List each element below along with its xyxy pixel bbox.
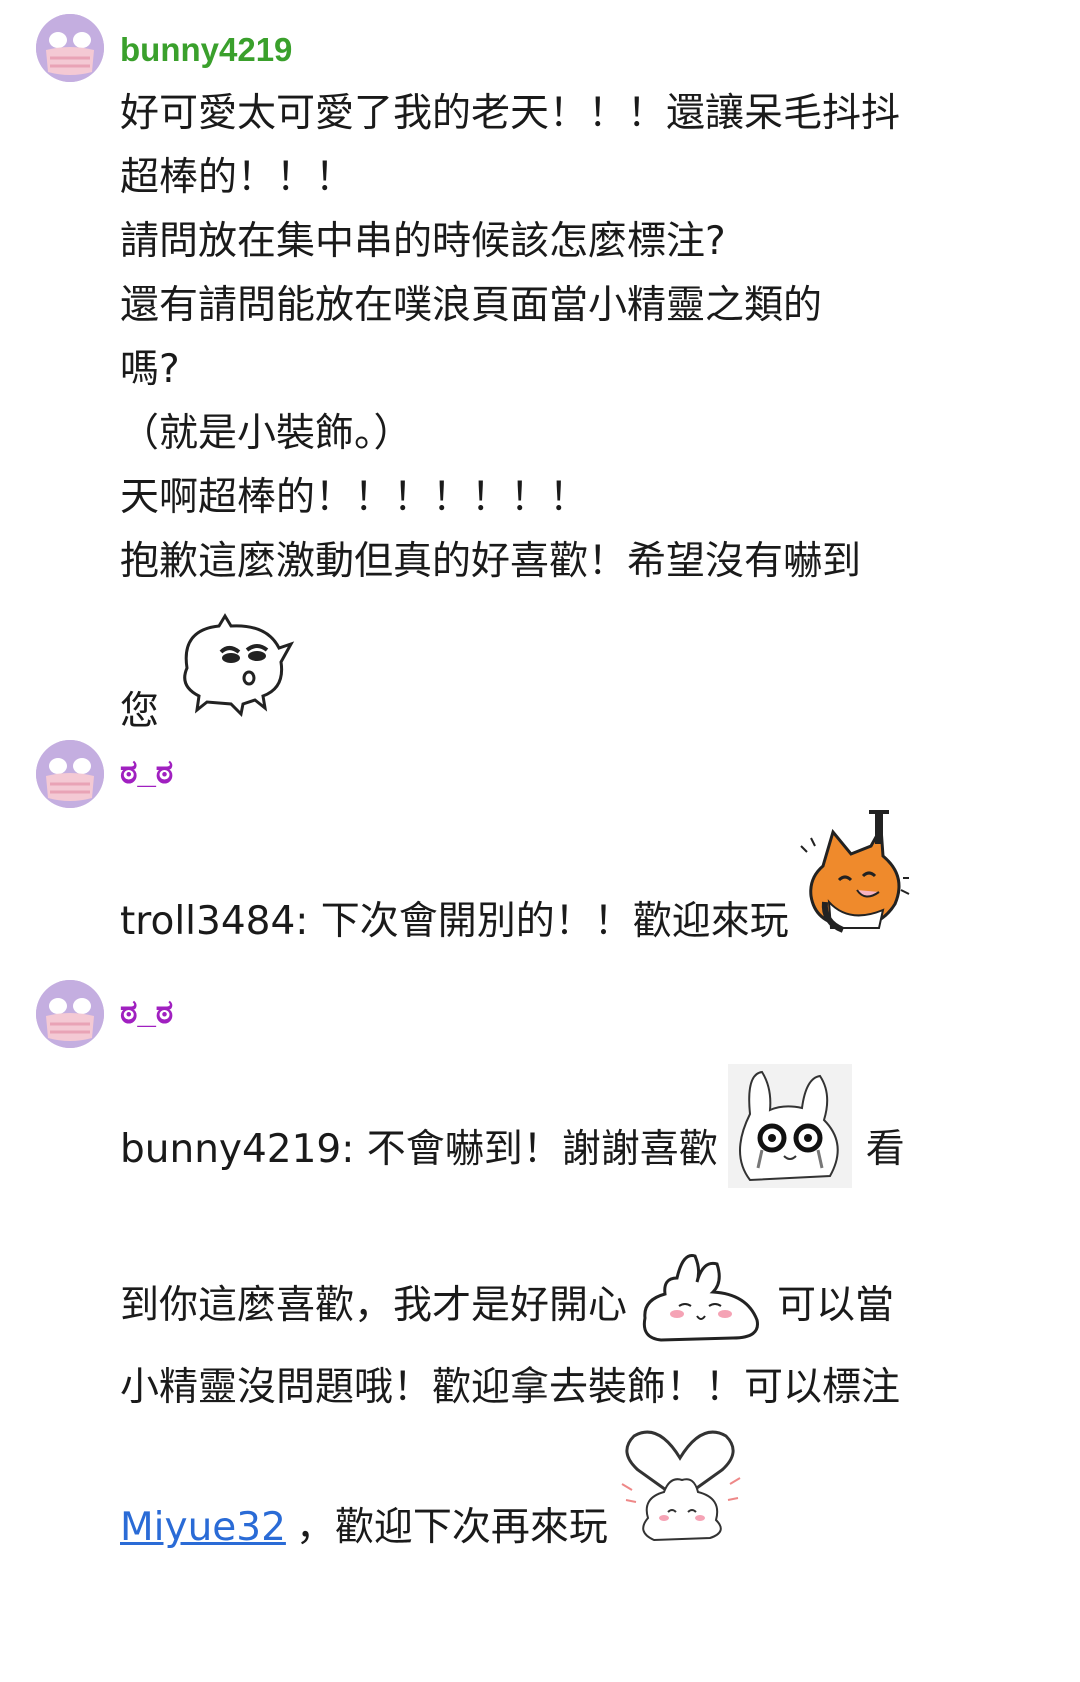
username[interactable]: ಠ_ಠ — [120, 752, 173, 792]
comment-line: 小精靈沒問題哦！歡迎拿去裝飾！！可以標注 — [120, 1365, 901, 1410]
comment-body: troll3484: 下次會開別的！！歡迎來玩 — [120, 810, 1050, 958]
comment-line-text: troll3484: 下次會開別的！！歡迎來玩 — [120, 899, 789, 944]
comment-line: 還有請問能放在噗浪頁面當小精靈之類的 — [120, 283, 823, 328]
masked-owl-avatar-icon — [36, 14, 104, 82]
comment-line: 抱歉這麼激動但真的好喜歡！希望沒有嚇到 — [120, 539, 862, 584]
comment-line: 好可愛太可愛了我的老天！！！還讓呆毛抖抖 — [120, 91, 901, 136]
heart-bunny-sticker-icon — [618, 1414, 744, 1566]
comment-line-text: 可以當 — [777, 1283, 895, 1328]
comment-line: 請問放在集中串的時候該怎麼標注? — [120, 219, 726, 264]
mention-link[interactable]: Miyue32 — [120, 1496, 286, 1560]
comment-line: 超棒的！！！ — [120, 155, 355, 200]
masked-owl-avatar-icon — [36, 980, 104, 1048]
comment-line: bunny4219: 不會嚇到！謝謝喜歡 看 — [120, 1064, 1050, 1202]
comment-line-text: 您 — [120, 689, 160, 734]
username[interactable]: bunny4219 — [120, 30, 292, 70]
comment-line: 到你這麼喜歡，我才是好開心 可以當 — [120, 1253, 1050, 1354]
comment-line-text: bunny4219: 不會嚇到！謝謝喜歡 — [120, 1127, 718, 1172]
avatar[interactable] — [36, 14, 104, 82]
comment-line: 您 — [120, 594, 1050, 744]
comment-line-text: ，歡迎下次再來玩 — [295, 1505, 608, 1550]
comment-line-text: 到你這麼喜歡，我才是好開心 — [120, 1283, 628, 1328]
comment-line: Miyue32 ，歡迎下次再來玩 — [120, 1426, 1050, 1566]
comment-line: 天啊超棒的！！！！！！！ — [120, 475, 589, 520]
comment-line-text: 看 — [865, 1127, 905, 1172]
username[interactable]: ಠ_ಠ — [120, 992, 173, 1032]
comment-body: 好可愛太可愛了我的老天！！！還讓呆毛抖抖 超棒的！！！ 請問放在集中串的時候該怎… — [120, 82, 1050, 744]
blob-creature-sticker-icon — [167, 608, 297, 738]
masked-owl-avatar-icon — [36, 740, 104, 808]
avatar[interactable] — [36, 740, 104, 808]
blushing-bunny-sticker-icon — [637, 1248, 765, 1364]
cheering-fox-sticker-icon — [799, 806, 911, 958]
comment-line: （就是小裝飾。） — [120, 411, 413, 456]
avatar[interactable] — [36, 980, 104, 1048]
comment-body: bunny4219: 不會嚇到！謝謝喜歡 看 到你這麼喜歡，我才是好開心 可以當… — [120, 1064, 1050, 1566]
crying-bunny-sticker-icon — [727, 1064, 852, 1208]
comment-line: 嗎? — [120, 347, 180, 392]
